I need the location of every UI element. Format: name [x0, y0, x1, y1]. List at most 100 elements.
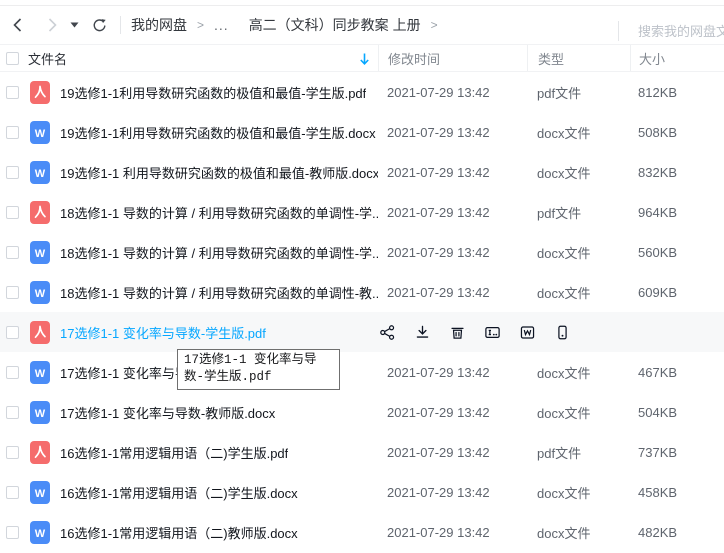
file-type: docx文件 — [527, 403, 630, 422]
file-row[interactable]: W 19选修1-1利用导数研究函数的极值和最值-学生版.docx 2021-07… — [0, 112, 724, 152]
row-checkbox[interactable] — [6, 126, 19, 139]
select-all-checkbox[interactable] — [6, 52, 19, 65]
row-checkbox[interactable] — [6, 286, 19, 299]
history-dropdown-button[interactable] — [68, 13, 80, 37]
more-icon[interactable] — [553, 323, 571, 341]
file-type: docx文件 — [527, 523, 630, 542]
refresh-icon — [91, 17, 108, 34]
file-row[interactable]: 17选修1-1 变化率与导数-学生版.pdf — [0, 312, 724, 352]
row-checkbox[interactable] — [6, 526, 19, 539]
file-name-cell: W 18选修1-1 导数的计算 / 利用导数研究函数的单调性-学... — [0, 241, 378, 264]
file-type: pdf文件 — [527, 443, 630, 462]
word-file-icon: W — [30, 401, 50, 424]
navigation-toolbar: 我的网盘 > ... 高二（文科）同步教案 上册 > — [0, 6, 724, 44]
column-header-modified-time[interactable]: 修改时间 — [378, 45, 527, 71]
pdf-file-icon — [30, 321, 50, 344]
modified-time: 2021-07-29 13:42 — [378, 165, 527, 180]
file-row[interactable]: W 18选修1-1 导数的计算 / 利用导数研究函数的单调性-教... 2021… — [0, 272, 724, 312]
file-size: 458KB — [630, 485, 724, 500]
file-size: 467KB — [630, 365, 724, 380]
row-checkbox[interactable] — [6, 326, 19, 339]
column-label-size: 大小 — [639, 49, 665, 68]
file-type: docx文件 — [527, 123, 630, 142]
file-row[interactable]: 18选修1-1 导数的计算 / 利用导数研究函数的单调性-学... 2021-0… — [0, 192, 724, 232]
file-row[interactable]: W 16选修1-1常用逻辑用语（二)教师版.docx 2021-07-29 13… — [0, 512, 724, 552]
svg-text:W: W — [35, 128, 46, 140]
file-row[interactable]: 16选修1-1常用逻辑用语（二)学生版.pdf 2021-07-29 13:42… — [0, 432, 724, 472]
file-name[interactable]: 19选修1-1 利用导数研究函数的极值和最值-教师版.docx — [60, 163, 378, 182]
rename-icon[interactable] — [483, 323, 501, 341]
row-checkbox[interactable] — [6, 486, 19, 499]
row-checkbox[interactable] — [6, 86, 19, 99]
back-button[interactable] — [8, 13, 28, 37]
forward-button[interactable] — [42, 13, 62, 37]
row-checkbox[interactable] — [6, 446, 19, 459]
file-size: 508KB — [630, 125, 724, 140]
file-name[interactable]: 17选修1-1 变化率与导数-教师版.docx — [60, 403, 275, 422]
row-checkbox[interactable] — [6, 166, 19, 179]
pdf-file-icon — [30, 441, 50, 464]
download-icon[interactable] — [413, 323, 431, 341]
column-label-type: 类型 — [538, 49, 564, 68]
file-row[interactable]: W 17选修1-1 变化率与导数-教师版.docx 2021-07-29 13:… — [0, 392, 724, 432]
file-row[interactable]: W 18选修1-1 导数的计算 / 利用导数研究函数的单调性-学... 2021… — [0, 232, 724, 272]
row-checkbox[interactable] — [6, 406, 19, 419]
file-name[interactable]: 16选修1-1常用逻辑用语（二)学生版.pdf — [60, 443, 288, 462]
file-name-cell: W 19选修1-1 利用导数研究函数的极值和最值-教师版.docx — [0, 161, 378, 184]
word-file-icon: W — [30, 161, 50, 184]
file-name-cell: 16选修1-1常用逻辑用语（二)学生版.pdf — [0, 441, 378, 464]
word-file-icon: W — [30, 121, 50, 144]
row-checkbox[interactable] — [6, 246, 19, 259]
breadcrumb-separator: > — [431, 18, 438, 32]
file-name-cell: W 19选修1-1利用导数研究函数的极值和最值-学生版.docx — [0, 121, 378, 144]
file-name[interactable]: 18选修1-1 导数的计算 / 利用导数研究函数的单调性-教... — [60, 283, 378, 302]
chevron-right-icon — [45, 17, 59, 33]
modified-time: 2021-07-29 13:42 — [378, 285, 527, 300]
breadcrumb-current-folder[interactable]: 高二（文科）同步教案 上册 — [249, 15, 421, 35]
file-manager-window: 我的网盘 > ... 高二（文科）同步教案 上册 > 文件名 修改时间 类型 — [0, 0, 724, 553]
word-edit-icon[interactable] — [518, 323, 536, 341]
column-header-size[interactable]: 大小 — [630, 45, 724, 71]
file-name-cell: W 16选修1-1常用逻辑用语（二)教师版.docx — [0, 521, 378, 544]
file-size: 482KB — [630, 525, 724, 540]
svg-text:W: W — [35, 248, 46, 260]
column-label-filename: 文件名 — [28, 49, 67, 68]
file-row[interactable]: W 16选修1-1常用逻辑用语（二)学生版.docx 2021-07-29 13… — [0, 472, 724, 512]
word-file-icon: W — [30, 521, 50, 544]
file-size: 609KB — [630, 285, 724, 300]
modified-time: 2021-07-29 13:42 — [378, 125, 527, 140]
file-size: 504KB — [630, 405, 724, 420]
file-name[interactable]: 16选修1-1常用逻辑用语（二)学生版.docx — [60, 483, 298, 502]
column-header-type[interactable]: 类型 — [527, 45, 630, 71]
row-action-bar — [378, 323, 724, 341]
file-name-cell: W 18选修1-1 导数的计算 / 利用导数研究函数的单调性-教... — [0, 281, 378, 304]
refresh-button[interactable] — [88, 13, 110, 37]
delete-icon[interactable] — [448, 323, 466, 341]
file-name[interactable]: 19选修1-1利用导数研究函数的极值和最值-学生版.docx — [60, 123, 376, 142]
file-name[interactable]: 18选修1-1 导数的计算 / 利用导数研究函数的单调性-学... — [60, 203, 378, 222]
row-checkbox[interactable] — [6, 366, 19, 379]
file-name[interactable]: 18选修1-1 导数的计算 / 利用导数研究函数的单调性-学... — [60, 243, 378, 262]
filename-tooltip: 17选修1-1 变化率与导数-学生版.pdf — [177, 349, 340, 390]
search-input[interactable] — [638, 24, 724, 39]
svg-text:W: W — [35, 408, 46, 420]
breadcrumb-root[interactable]: 我的网盘 — [131, 15, 187, 35]
file-row[interactable]: 19选修1-1利用导数研究函数的极值和最值-学生版.pdf 2021-07-29… — [0, 72, 724, 112]
sort-descending-icon[interactable] — [358, 52, 371, 66]
file-name[interactable]: 17选修1-1 变化率与导数-学生版.pdf — [60, 323, 266, 342]
modified-time: 2021-07-29 13:42 — [378, 445, 527, 460]
column-header-filename[interactable]: 文件名 — [0, 45, 378, 71]
file-row[interactable]: W 17选修1-1 变化率与导数-学生版.docx 2021-07-29 13:… — [0, 352, 724, 392]
file-row[interactable]: W 19选修1-1 利用导数研究函数的极值和最值-教师版.docx 2021-0… — [0, 152, 724, 192]
word-file-icon: W — [30, 481, 50, 504]
modified-time: 2021-07-29 13:42 — [378, 365, 527, 380]
search-divider — [618, 21, 619, 41]
row-checkbox[interactable] — [6, 206, 19, 219]
file-name[interactable]: 19选修1-1利用导数研究函数的极值和最值-学生版.pdf — [60, 83, 366, 102]
file-size: 560KB — [630, 245, 724, 260]
file-name-cell: W 17选修1-1 变化率与导数-教师版.docx — [0, 401, 378, 424]
modified-time: 2021-07-29 13:42 — [378, 485, 527, 500]
file-name[interactable]: 16选修1-1常用逻辑用语（二)教师版.docx — [60, 523, 298, 542]
share-icon[interactable] — [378, 323, 396, 341]
breadcrumb-collapsed[interactable]: ... — [214, 17, 229, 33]
